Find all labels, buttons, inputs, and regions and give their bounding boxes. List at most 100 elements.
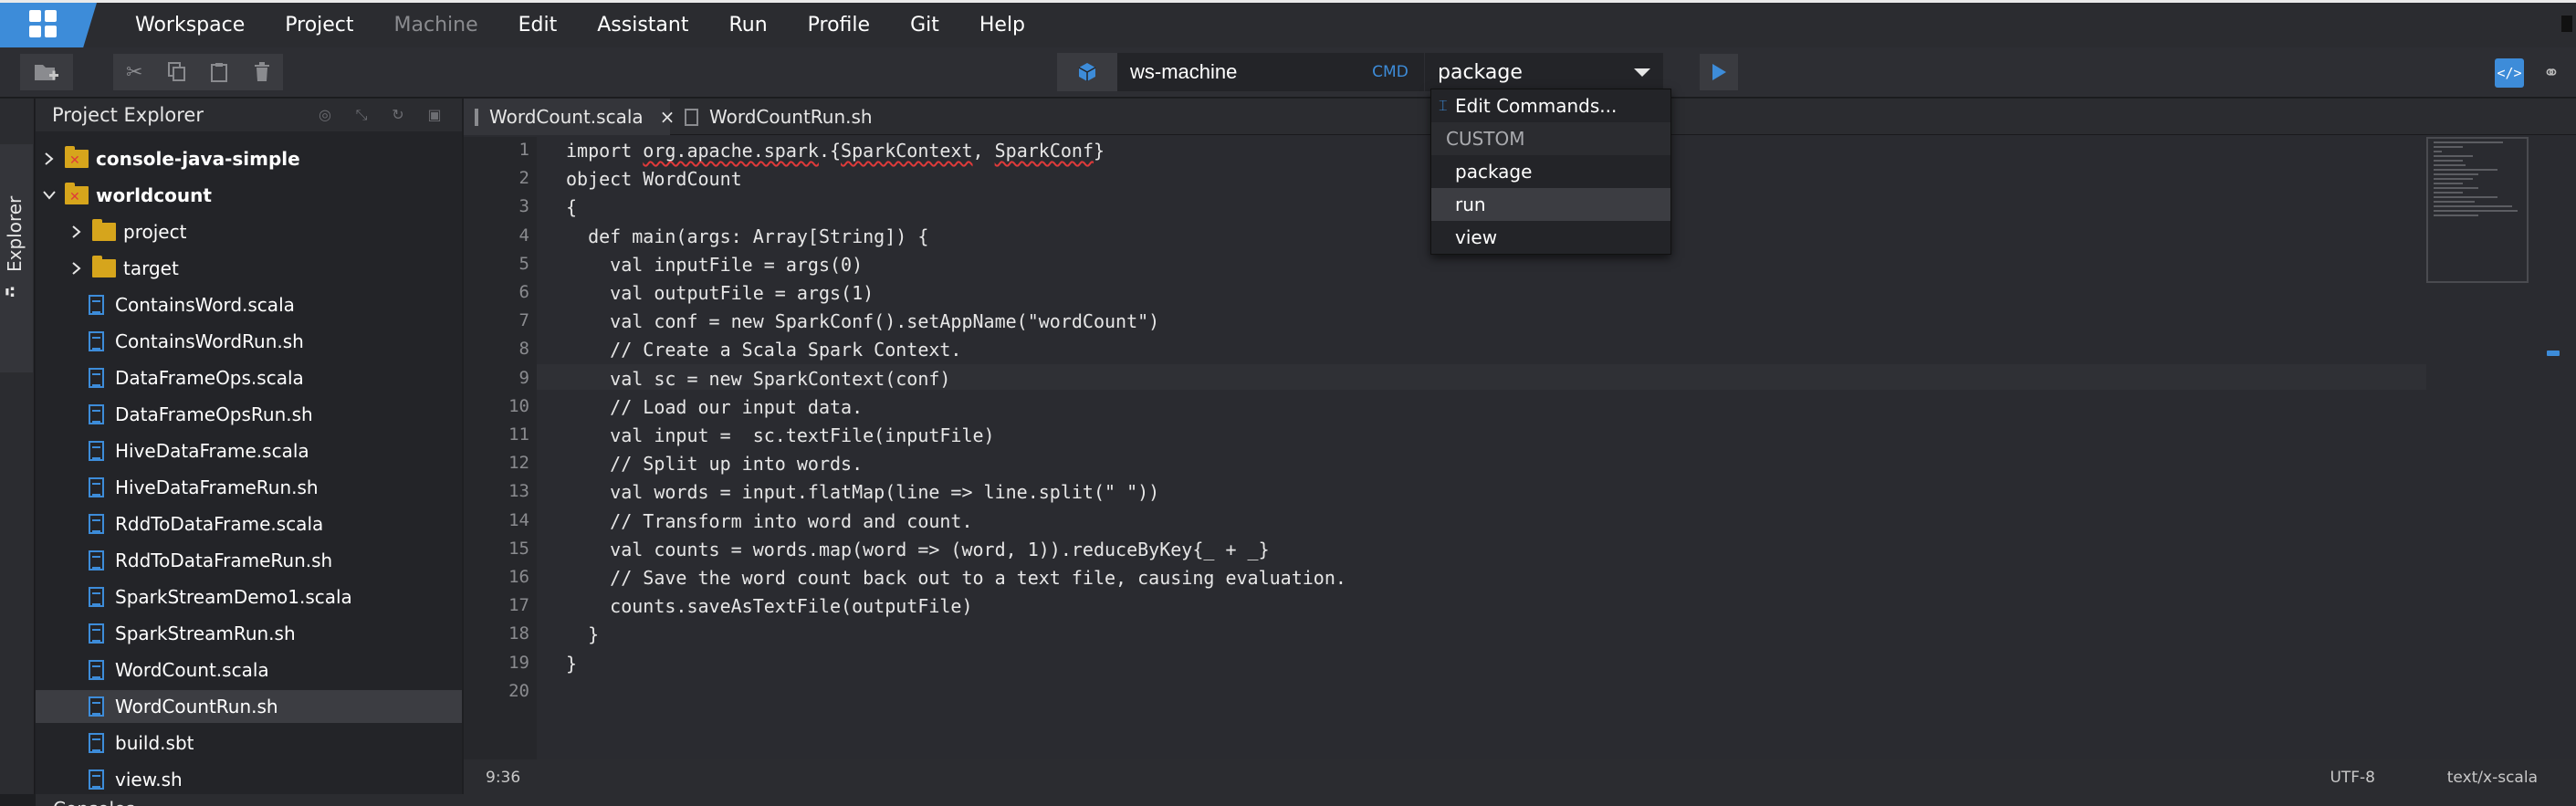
edit-commands-item[interactable]: ⌶ Edit Commands... bbox=[1431, 89, 1670, 122]
tree-file-item[interactable]: HiveDataFrame.scala bbox=[36, 434, 462, 467]
network-icon[interactable]: ⚭ bbox=[2537, 58, 2566, 88]
command-option-view[interactable]: view bbox=[1431, 221, 1670, 254]
explorer-side-tab[interactable]: Explorer ⑆ bbox=[0, 144, 33, 372]
menu-project[interactable]: Project bbox=[265, 14, 373, 37]
menu-workspace[interactable]: Workspace bbox=[115, 14, 265, 37]
project-explorer: Project Explorer ◎ ⤡ ↻ ▣ ✕ console-java-s… bbox=[36, 99, 462, 794]
chevron-right-icon[interactable] bbox=[70, 223, 83, 241]
editor-status-bar: 9:36 UTF-8 text/x-scala bbox=[464, 759, 2576, 794]
tree-folder-item[interactable]: ✕ worldcount bbox=[36, 179, 462, 212]
command-option-package[interactable]: package bbox=[1431, 155, 1670, 188]
menu-run[interactable]: Run bbox=[708, 14, 787, 37]
code-token: } bbox=[1094, 140, 1105, 162]
tree-file-item[interactable]: WordCount.scala bbox=[36, 654, 462, 686]
tab-wordcount-scala[interactable]: WordCount.scala × bbox=[464, 99, 675, 135]
line-number: 17 bbox=[508, 595, 529, 616]
project-explorer-title: Project Explorer bbox=[52, 104, 204, 126]
line-number: 10 bbox=[508, 395, 529, 416]
chevron-right-icon[interactable] bbox=[43, 150, 56, 168]
file-icon bbox=[89, 368, 104, 388]
collapse-icon[interactable]: ⤡ bbox=[343, 106, 380, 124]
command-select-value: package bbox=[1438, 60, 1523, 84]
folder-icon bbox=[92, 219, 116, 241]
line-number: 8 bbox=[518, 339, 529, 360]
file-icon bbox=[89, 769, 104, 790]
code-token: , bbox=[972, 140, 995, 162]
tree-item-label: SparkStreamDemo1.scala bbox=[115, 586, 352, 608]
tab-wordcountrun-sh[interactable]: WordCountRun.sh bbox=[674, 99, 874, 135]
line-number: 15 bbox=[508, 538, 529, 559]
window-corner-icon bbox=[2561, 16, 2572, 32]
machine-cube-icon[interactable] bbox=[1057, 53, 1117, 91]
tree-folder-item[interactable]: project bbox=[36, 215, 462, 248]
close-icon[interactable]: × bbox=[660, 106, 675, 128]
menu-assistant[interactable]: Assistant bbox=[577, 14, 708, 37]
tree-item-label: ContainsWord.scala bbox=[115, 294, 295, 316]
project-folder-icon: ✕ bbox=[65, 183, 89, 204]
tree-file-item[interactable]: build.sbt bbox=[36, 727, 462, 759]
file-mime-type[interactable]: text/x-scala bbox=[2447, 769, 2538, 787]
tree-item-label: DataFrameOpsRun.sh bbox=[115, 403, 313, 425]
cursor-position[interactable]: 9:36 bbox=[486, 769, 520, 787]
tree-file-item[interactable]: RddToDataFrame.scala bbox=[36, 508, 462, 540]
file-icon bbox=[89, 696, 104, 717]
app-logo-icon[interactable] bbox=[0, 3, 97, 47]
file-encoding[interactable]: UTF-8 bbox=[2330, 769, 2375, 787]
tree-file-item[interactable]: SparkStreamRun.sh bbox=[36, 617, 462, 650]
tab-label: WordCount.scala bbox=[489, 106, 644, 128]
menu-help[interactable]: Help bbox=[959, 14, 1045, 37]
scrollbar-marker[interactable] bbox=[2547, 351, 2560, 356]
edit-commands-icon: ⌶ bbox=[1439, 97, 1448, 114]
refresh-icon[interactable]: ↻ bbox=[380, 106, 416, 124]
menu-profile[interactable]: Profile bbox=[788, 14, 890, 37]
paste-icon[interactable] bbox=[204, 57, 235, 88]
tree-item-label: RddToDataFrameRun.sh bbox=[115, 550, 333, 571]
machine-input[interactable] bbox=[1117, 53, 1356, 91]
file-icon bbox=[89, 514, 104, 534]
consoles-panel-label[interactable]: Consoles bbox=[53, 798, 135, 806]
code-line: val outputFile = args(1) bbox=[566, 282, 874, 304]
tree-file-item[interactable]: view.sh bbox=[36, 763, 462, 796]
tree-file-item[interactable]: DataFrameOps.scala bbox=[36, 361, 462, 394]
new-project-icon[interactable] bbox=[31, 57, 62, 88]
tree-folder-item[interactable]: ✕ console-java-simple bbox=[36, 142, 462, 175]
line-number: 12 bbox=[508, 453, 529, 474]
chevron-down-icon[interactable] bbox=[43, 186, 56, 204]
explorer-tab-label: Explorer bbox=[4, 195, 26, 272]
command-option-run[interactable]: run bbox=[1431, 188, 1670, 221]
menu-edit[interactable]: Edit bbox=[498, 14, 578, 37]
code-line: import org.apache.spark.{SparkContext, S… bbox=[566, 140, 1105, 162]
dropdown-group-header: CUSTOM bbox=[1431, 122, 1670, 155]
tree-file-item[interactable]: WordCountRun.sh bbox=[36, 690, 462, 723]
minimap[interactable] bbox=[2426, 137, 2529, 283]
menu-bar: Workspace Project Machine Edit Assistant Run P… bbox=[0, 0, 2576, 47]
code-line: counts.saveAsTextFile(outputFile) bbox=[566, 595, 973, 618]
maximize-icon[interactable]: ▣ bbox=[416, 106, 453, 124]
run-command-button[interactable] bbox=[1700, 54, 1738, 90]
line-number: 7 bbox=[518, 310, 529, 331]
tree-file-item[interactable]: DataFrameOpsRun.sh bbox=[36, 398, 462, 431]
tree-file-item[interactable]: SparkStreamDemo1.scala bbox=[36, 581, 462, 613]
tree-file-item[interactable]: HiveDataFrameRun.sh bbox=[36, 471, 462, 504]
code-view-icon[interactable]: </> bbox=[2495, 58, 2524, 88]
tree-item-label: WordCountRun.sh bbox=[115, 696, 278, 717]
cut-icon[interactable]: ✂ bbox=[119, 57, 150, 88]
menu-items: Workspace Project Machine Edit Assistant Run P… bbox=[115, 3, 1045, 47]
delete-icon[interactable] bbox=[246, 57, 277, 88]
line-number: 4 bbox=[518, 225, 529, 246]
menu-git[interactable]: Git bbox=[890, 14, 959, 37]
tree-folder-item[interactable]: target bbox=[36, 252, 462, 285]
tree-file-item[interactable]: RddToDataFrameRun.sh bbox=[36, 544, 462, 577]
cmd-label: CMD bbox=[1356, 53, 1424, 91]
tree-item-label: project bbox=[123, 221, 187, 243]
command-select[interactable]: package bbox=[1424, 53, 1663, 91]
file-icon bbox=[89, 331, 104, 351]
reveal-icon[interactable]: ◎ bbox=[307, 106, 343, 124]
copy-icon[interactable] bbox=[162, 57, 193, 88]
tree-file-item[interactable]: ContainsWord.scala bbox=[36, 288, 462, 321]
code-line: val sc = new SparkContext(conf) bbox=[566, 367, 951, 390]
tree-file-item[interactable]: ContainsWordRun.sh bbox=[36, 325, 462, 358]
code-token: SparkContext bbox=[841, 140, 973, 162]
chevron-right-icon[interactable] bbox=[70, 259, 83, 277]
file-icon bbox=[89, 441, 104, 461]
